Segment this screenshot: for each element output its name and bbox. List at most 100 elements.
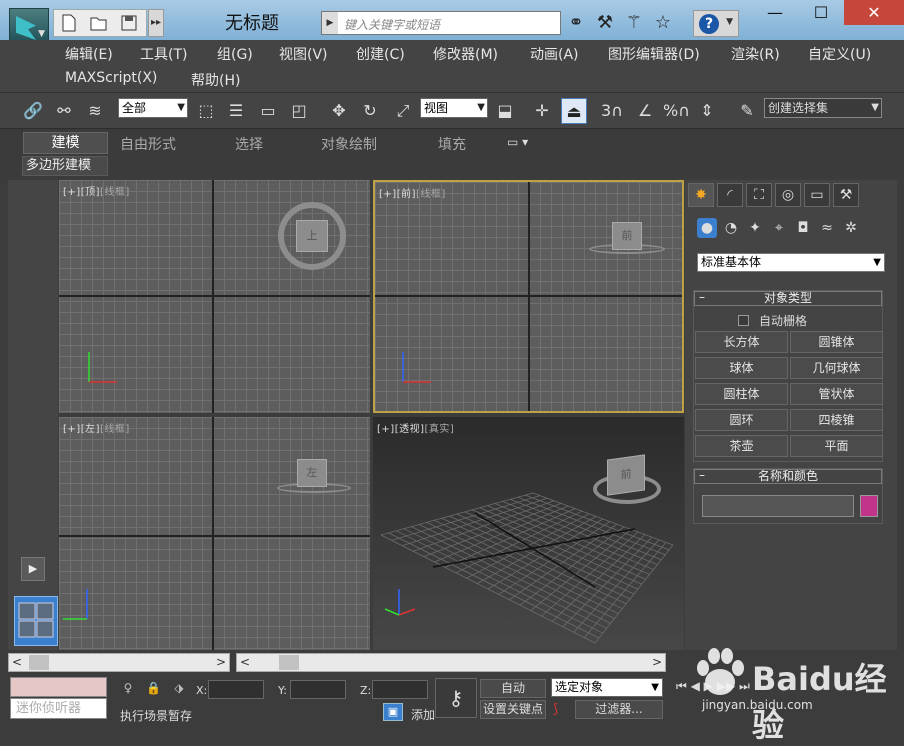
viewcube[interactable]: 前 [612,222,642,250]
viewport-perspective[interactable]: [+][透视][真实] 前 [373,417,684,650]
geometry-icon[interactable]: ● [697,218,717,238]
menu-group[interactable]: 组(G) [217,44,253,64]
curve-icon[interactable]: ⟆ [553,702,558,717]
viewport-top-label[interactable]: [+][顶][线框] [63,183,130,198]
menu-modifiers[interactable]: 修改器(M) [433,44,498,64]
angle-snap-icon[interactable]: ∠ [632,98,658,124]
create-plane-button[interactable]: 平面 [790,435,883,457]
lights-icon[interactable]: ✦ [745,218,765,238]
systems-icon[interactable]: ✲ [841,218,861,238]
ribbon-tab-populate[interactable]: 填充 [438,134,466,154]
add-time-tag-label[interactable]: 添加 [411,706,435,723]
viewport-view-name[interactable]: [前] [397,189,416,200]
viewport-front[interactable]: [+][前][线框] 前 [373,180,684,413]
create-tube-button[interactable]: 管状体 [790,383,883,405]
viewcube[interactable]: 上 [296,220,328,252]
spinner-snap-icon[interactable]: ⇕ [694,98,720,124]
minimize-button[interactable]: — [752,0,798,25]
named-selection-dropdown[interactable]: 创建选择集 ▼ [764,98,882,118]
menu-create[interactable]: 创建(C) [356,44,405,64]
move-icon[interactable]: ✥ [326,98,352,124]
viewport-persp-label[interactable]: [+][透视][真实] [377,420,454,435]
maxscript-listener-output[interactable] [10,677,107,697]
left-horizontal-scrollbar[interactable]: < > [8,653,230,672]
expand-panel-button[interactable]: ▶ [21,557,45,581]
create-geosphere-button[interactable]: 几何球体 [790,357,883,379]
new-file-icon[interactable] [60,14,78,32]
menu-help[interactable]: 帮助(H) [191,70,240,90]
keyboard-shortcut-override-icon[interactable]: ⏏ [561,98,587,124]
menu-animation[interactable]: 动画(A) [530,44,579,64]
scale-icon[interactable]: ⤢ [390,98,416,124]
object-color-swatch[interactable] [860,495,878,517]
pivot-center-icon[interactable]: ⬓ [492,98,518,124]
x-coordinate-field[interactable] [208,680,264,699]
scroll-right-icon[interactable]: > [649,654,665,671]
create-teapot-button[interactable]: 茶壶 [695,435,788,457]
quick-access-more-button[interactable]: ▸▸ [148,9,164,37]
scroll-left-icon[interactable]: < [9,654,25,671]
create-torus-button[interactable]: 圆环 [695,409,788,431]
helpers-icon[interactable]: ◘ [793,218,813,238]
viewport-shading[interactable]: [线框] [416,189,446,200]
cameras-icon[interactable]: ⌖ [769,218,789,238]
menu-maxscript[interactable]: MAXScript(X) [65,70,157,86]
hierarchy-tab-icon[interactable]: ⛶ [746,183,772,207]
viewcube[interactable]: 前 [607,454,645,496]
viewport-left-label[interactable]: [+][左][线框] [63,420,130,435]
viewport-menu[interactable]: [+] [379,189,397,200]
viewcube[interactable]: 左 [297,459,327,487]
scroll-right-icon[interactable]: > [213,654,229,671]
menu-rendering[interactable]: 渲染(R) [731,44,780,64]
viewport-menu[interactable]: [+] [377,424,395,435]
reference-coordinate-dropdown[interactable]: 视图 ▼ [420,98,488,118]
ribbon-tab-modeling[interactable]: 建模 [23,132,108,154]
select-object-icon[interactable]: ⬚ [193,98,219,124]
shapes-icon[interactable]: ◔ [721,218,741,238]
motion-tab-icon[interactable]: ◎ [775,183,801,207]
menu-tools[interactable]: 工具(T) [140,44,187,64]
ribbon-panel-polygon-modeling[interactable]: 多边形建模 [22,156,108,176]
menu-views[interactable]: 视图(V) [279,44,328,64]
help-button[interactable]: ? ▼ [693,10,739,37]
viewport-left[interactable]: [+][左][线框] 左 [59,417,370,650]
rectangular-selection-icon[interactable]: ▭ [255,98,281,124]
search-box[interactable]: ▶ 键入关键字或短语 [321,11,561,35]
utilities-tab-icon[interactable]: ⚒ [833,183,859,207]
set-key-button[interactable]: 设置关键点 [480,700,546,719]
search-expand-icon[interactable]: ▶ [322,12,338,34]
y-coordinate-field[interactable] [290,680,346,699]
viewport-front-label[interactable]: [+][前][线框] [379,185,446,200]
menu-customize[interactable]: 自定义(U) [808,44,871,64]
link-icon[interactable]: 🔗 [20,98,46,124]
create-sphere-button[interactable]: 球体 [695,357,788,379]
object-category-dropdown[interactable]: 标准基本体 ▼ [697,253,885,272]
viewport-shading[interactable]: [真实] [425,424,455,435]
display-tab-icon[interactable]: ▭ [804,183,830,207]
viewport-top[interactable]: [+][顶][线框] 上 [59,180,370,413]
selection-filter-dropdown[interactable]: 全部 ▼ [118,98,188,118]
key-filter-dropdown[interactable]: 选定对象 ▼ [551,678,663,697]
menu-graph-editors[interactable]: 图形编辑器(D) [608,44,700,64]
scroll-thumb[interactable] [29,655,49,670]
unlink-icon[interactable]: ⚯ [51,98,77,124]
create-pyramid-button[interactable]: 四棱锥 [790,409,883,431]
viewport-view-name[interactable]: [左] [81,424,100,435]
close-button[interactable]: ✕ [844,0,904,25]
lock-selection-icon[interactable]: ♀ [121,681,135,695]
viewport-menu[interactable]: [+] [63,424,81,435]
window-crossing-icon[interactable]: ◰ [286,98,312,124]
maxscript-listener-input[interactable]: 迷你侦听器 [10,698,107,719]
save-icon[interactable] [120,14,138,32]
wrench-icon[interactable]: ⚒ [594,12,616,34]
open-folder-icon[interactable] [90,14,108,32]
binoculars-icon[interactable]: ⚭ [565,12,587,34]
ribbon-options-button[interactable]: ▭ ▾ [507,135,528,149]
edit-named-selection-icon[interactable]: ✎ [734,98,760,124]
checkbox-box[interactable] [738,315,749,326]
maximize-button[interactable]: ☐ [798,0,844,25]
viewport-layout-button[interactable] [14,596,58,646]
percent-snap-icon[interactable]: %∩ [663,98,690,124]
padlock-icon[interactable]: 🔒 [146,681,161,695]
satellite-icon[interactable]: ⚚ [623,12,645,34]
